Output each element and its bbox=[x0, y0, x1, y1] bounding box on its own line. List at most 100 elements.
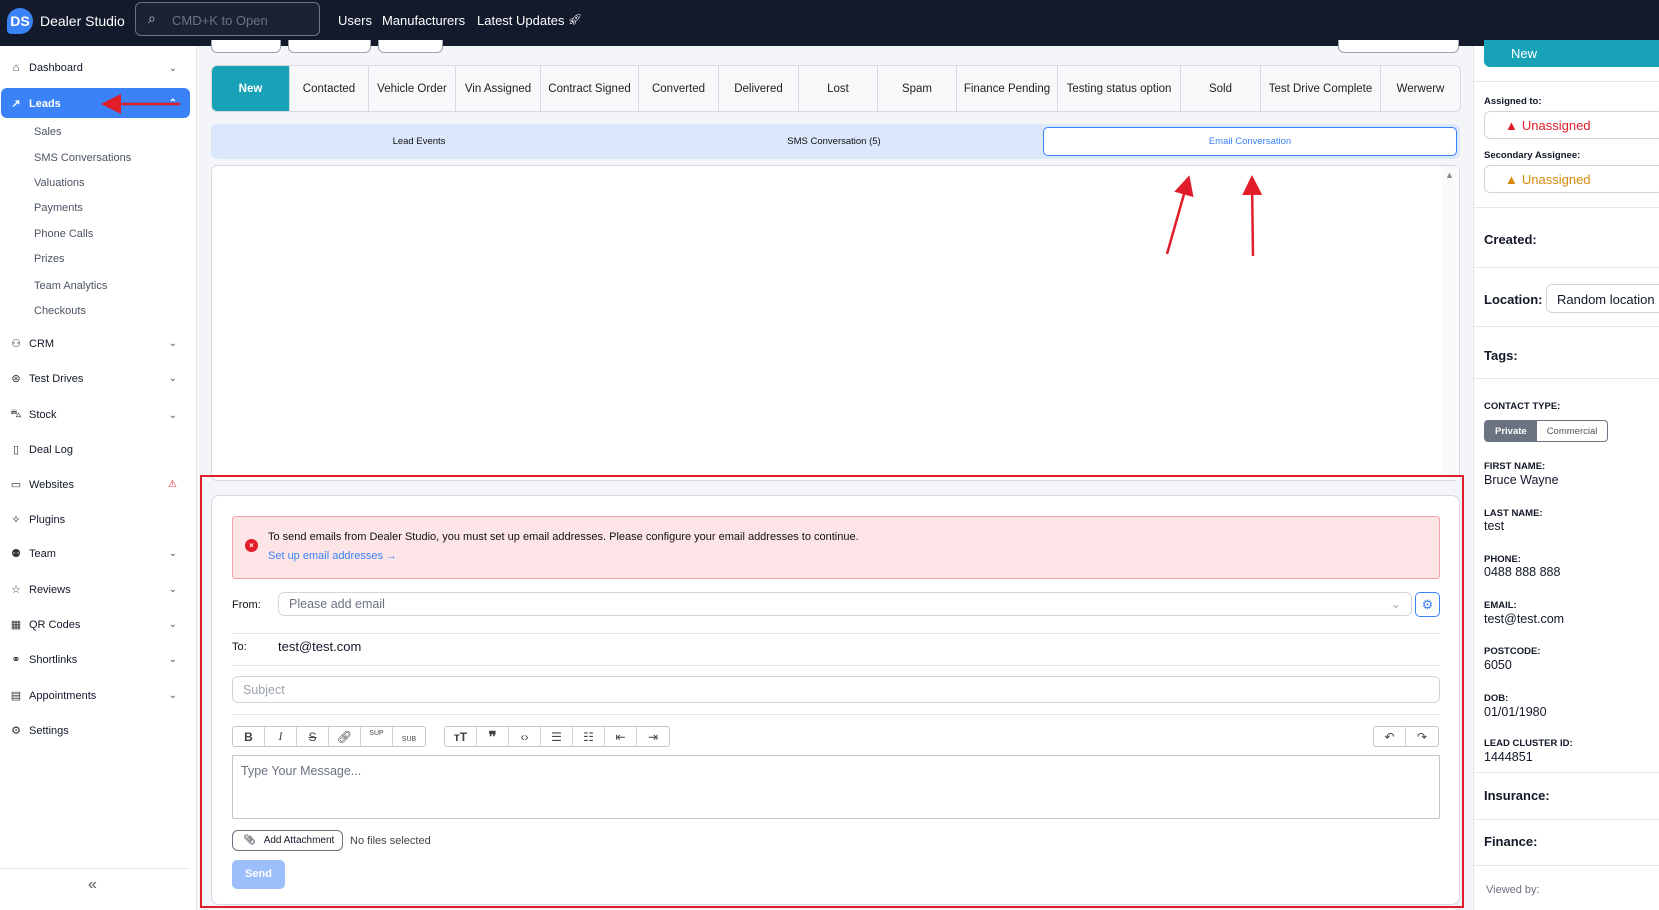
contact-type-toggle: Private Commercial bbox=[1484, 420, 1609, 442]
sidebar-item-settings[interactable]: ⚙ Settings bbox=[10, 724, 185, 738]
lead-status-select[interactable]: New bbox=[1484, 40, 1659, 67]
redo-button[interactable]: ↷ bbox=[1406, 727, 1438, 746]
home-icon: ⌂ bbox=[12, 62, 20, 74]
heading-button[interactable]: ᴛT bbox=[445, 727, 477, 746]
sidebar-sub-payments[interactable]: Payments bbox=[34, 202, 83, 214]
code-button[interactable]: ‹› bbox=[509, 727, 541, 746]
assigned-to-select[interactable]: ▲ Unassigned bbox=[1484, 111, 1659, 139]
tab-sms-conversation[interactable]: SMS Conversation (5) bbox=[629, 127, 1039, 156]
sidebar-sub-phone-calls[interactable]: Phone Calls bbox=[34, 228, 93, 240]
status-tab-contacted[interactable]: Contacted bbox=[290, 66, 369, 111]
scrollbar[interactable]: ▲ bbox=[1441, 166, 1459, 480]
numbered-list-button[interactable]: ☷ bbox=[573, 727, 605, 746]
chevron-down-icon: ⌄ bbox=[168, 373, 177, 384]
nav-users[interactable]: Users bbox=[338, 13, 372, 28]
sidebar-item-appointments[interactable]: ▤ Appointments ⌄ bbox=[10, 689, 185, 703]
brand-name[interactable]: Dealer Studio bbox=[40, 13, 125, 29]
status-tab-test-drive-complete[interactable]: Test Drive Complete bbox=[1261, 66, 1381, 111]
sidebar-item-qr-codes[interactable]: ▦ QR Codes ⌄ bbox=[10, 618, 185, 632]
email-settings-button[interactable]: ⚙ bbox=[1415, 592, 1440, 617]
sidebar-sub-valuations[interactable]: Valuations bbox=[34, 177, 85, 189]
status-tab-lost[interactable]: Lost bbox=[799, 66, 878, 111]
italic-button[interactable]: I bbox=[265, 727, 297, 746]
message-textarea[interactable]: Type Your Message... bbox=[232, 755, 1440, 819]
redo-icon: ↷ bbox=[1416, 729, 1428, 744]
bullet-list-button[interactable]: ☰ bbox=[541, 727, 573, 746]
status-tab-spam[interactable]: Spam bbox=[878, 66, 957, 111]
contact-type-commercial[interactable]: Commercial bbox=[1537, 421, 1608, 441]
assigned-to-value: Unassigned bbox=[1521, 117, 1591, 133]
warning-icon: ▲ bbox=[1505, 117, 1518, 133]
undo-button[interactable]: ↶ bbox=[1374, 727, 1406, 746]
status-tab-delivered[interactable]: Delivered bbox=[719, 66, 799, 111]
sidebar-sub-sms[interactable]: SMS Conversations bbox=[34, 152, 131, 164]
outdent-button[interactable]: ⇤ bbox=[605, 727, 637, 746]
subject-input[interactable]: Subject bbox=[232, 676, 1440, 703]
tab-email-conversation[interactable]: Email Conversation bbox=[1043, 127, 1457, 156]
strikethrough-button[interactable]: S bbox=[297, 727, 329, 746]
logo[interactable]: DS bbox=[7, 8, 33, 34]
status-tab-converted[interactable]: Converted bbox=[639, 66, 719, 111]
status-tab-new[interactable]: New bbox=[212, 66, 290, 111]
phone-value: 0488 888 888 bbox=[1484, 565, 1561, 579]
indent-button[interactable]: ⇥ bbox=[637, 727, 669, 746]
nav-latest-updates[interactable]: Latest Updates bbox=[477, 13, 564, 28]
sidebar-item-label: Reviews bbox=[29, 583, 71, 596]
collapse-sidebar-button[interactable]: « bbox=[88, 876, 97, 894]
sidebar-item-dashboard[interactable]: ⌂ Dashboard ⌄ bbox=[10, 62, 185, 74]
format-toolbar-inline: B I S 🔗︎ SUP SUB bbox=[232, 726, 426, 747]
setup-email-link[interactable]: Set up email addresses → bbox=[268, 550, 397, 562]
postcode-value: 6050 bbox=[1484, 658, 1512, 672]
sidebar-item-reviews[interactable]: ☆ Reviews ⌄ bbox=[10, 583, 185, 597]
search-input[interactable]: ⌕ CMD+K to Open bbox=[135, 2, 320, 36]
status-tab-werwerw[interactable]: Werwerw bbox=[1381, 66, 1460, 111]
sidebar-item-label: Shortlinks bbox=[29, 653, 78, 666]
dob-value: 01/01/1980 bbox=[1484, 705, 1547, 719]
link-icon: ⚭ bbox=[11, 654, 21, 666]
nav-manufacturers[interactable]: Manufacturers bbox=[382, 13, 465, 28]
sidebar-item-deal-log[interactable]: ▯ Deal Log bbox=[10, 443, 185, 457]
link-button[interactable]: 🔗︎ bbox=[329, 727, 361, 746]
add-attachment-button[interactable]: 📎︎ Add Attachment bbox=[232, 830, 343, 851]
secondary-assignee-select[interactable]: ▲ Unassigned bbox=[1484, 165, 1659, 193]
top-action-button[interactable] bbox=[288, 40, 371, 53]
status-tab-testing-status[interactable]: Testing status option bbox=[1058, 66, 1181, 111]
sidebar-sub-prizes[interactable]: Prizes bbox=[34, 253, 65, 265]
sidebar-item-test-drives[interactable]: ⊛ Test Drives ⌄ bbox=[10, 372, 185, 386]
sidebar-sub-team-analytics[interactable]: Team Analytics bbox=[34, 280, 107, 292]
status-tab-finance-pending[interactable]: Finance Pending bbox=[957, 66, 1058, 111]
bold-button[interactable]: B bbox=[233, 727, 265, 746]
sidebar-item-team[interactable]: ⚉ Team ⌄ bbox=[10, 547, 185, 561]
status-tab-contract-signed[interactable]: Contract Signed bbox=[541, 66, 639, 111]
sidebar-sub-sales[interactable]: Sales bbox=[34, 126, 62, 138]
status-tab-vehicle-order[interactable]: Vehicle Order bbox=[369, 66, 456, 111]
qr-icon: ▦ bbox=[10, 619, 22, 631]
divider bbox=[1474, 378, 1659, 379]
contact-type-private[interactable]: Private bbox=[1485, 421, 1537, 441]
paperclip-icon: 📎︎ bbox=[243, 835, 256, 846]
top-action-button[interactable] bbox=[211, 40, 281, 53]
status-tab-vin-assigned[interactable]: Vin Assigned bbox=[456, 66, 541, 111]
top-action-button[interactable] bbox=[1338, 40, 1459, 53]
scroll-up-icon[interactable]: ▲ bbox=[1445, 170, 1454, 180]
alert-message: To send emails from Dealer Studio, you m… bbox=[268, 531, 859, 543]
divider bbox=[232, 714, 1440, 715]
sidebar-item-shortlinks[interactable]: ⚭ Shortlinks ⌄ bbox=[10, 653, 185, 667]
sidebar-sub-checkouts[interactable]: Checkouts bbox=[34, 305, 86, 317]
top-action-button[interactable] bbox=[378, 40, 443, 53]
quote-button[interactable]: ❞ bbox=[477, 727, 509, 746]
subscript-button[interactable]: SUB bbox=[393, 727, 425, 746]
status-tab-sold[interactable]: Sold bbox=[1181, 66, 1261, 111]
location-select[interactable]: Random location bbox=[1546, 284, 1659, 313]
sidebar-item-websites[interactable]: ▭ Websites ⚠ bbox=[10, 478, 185, 492]
sidebar-item-stock[interactable]: ⛍ Stock ⌄ bbox=[10, 408, 185, 422]
indent-icon: ⇥ bbox=[647, 729, 659, 744]
puzzle-icon: ✧ bbox=[11, 514, 21, 526]
sidebar-item-leads[interactable]: ↗ Leads ⌃ bbox=[10, 97, 185, 111]
tab-lead-events[interactable]: Lead Events bbox=[215, 127, 623, 156]
send-button[interactable]: Send bbox=[232, 860, 285, 889]
superscript-button[interactable]: SUP bbox=[361, 727, 393, 746]
from-select[interactable]: Please add email ⌄ bbox=[278, 592, 1412, 616]
sidebar-item-crm[interactable]: ⚇ CRM ⌄ bbox=[10, 337, 185, 351]
sidebar-item-plugins[interactable]: ✧ Plugins bbox=[10, 513, 185, 527]
